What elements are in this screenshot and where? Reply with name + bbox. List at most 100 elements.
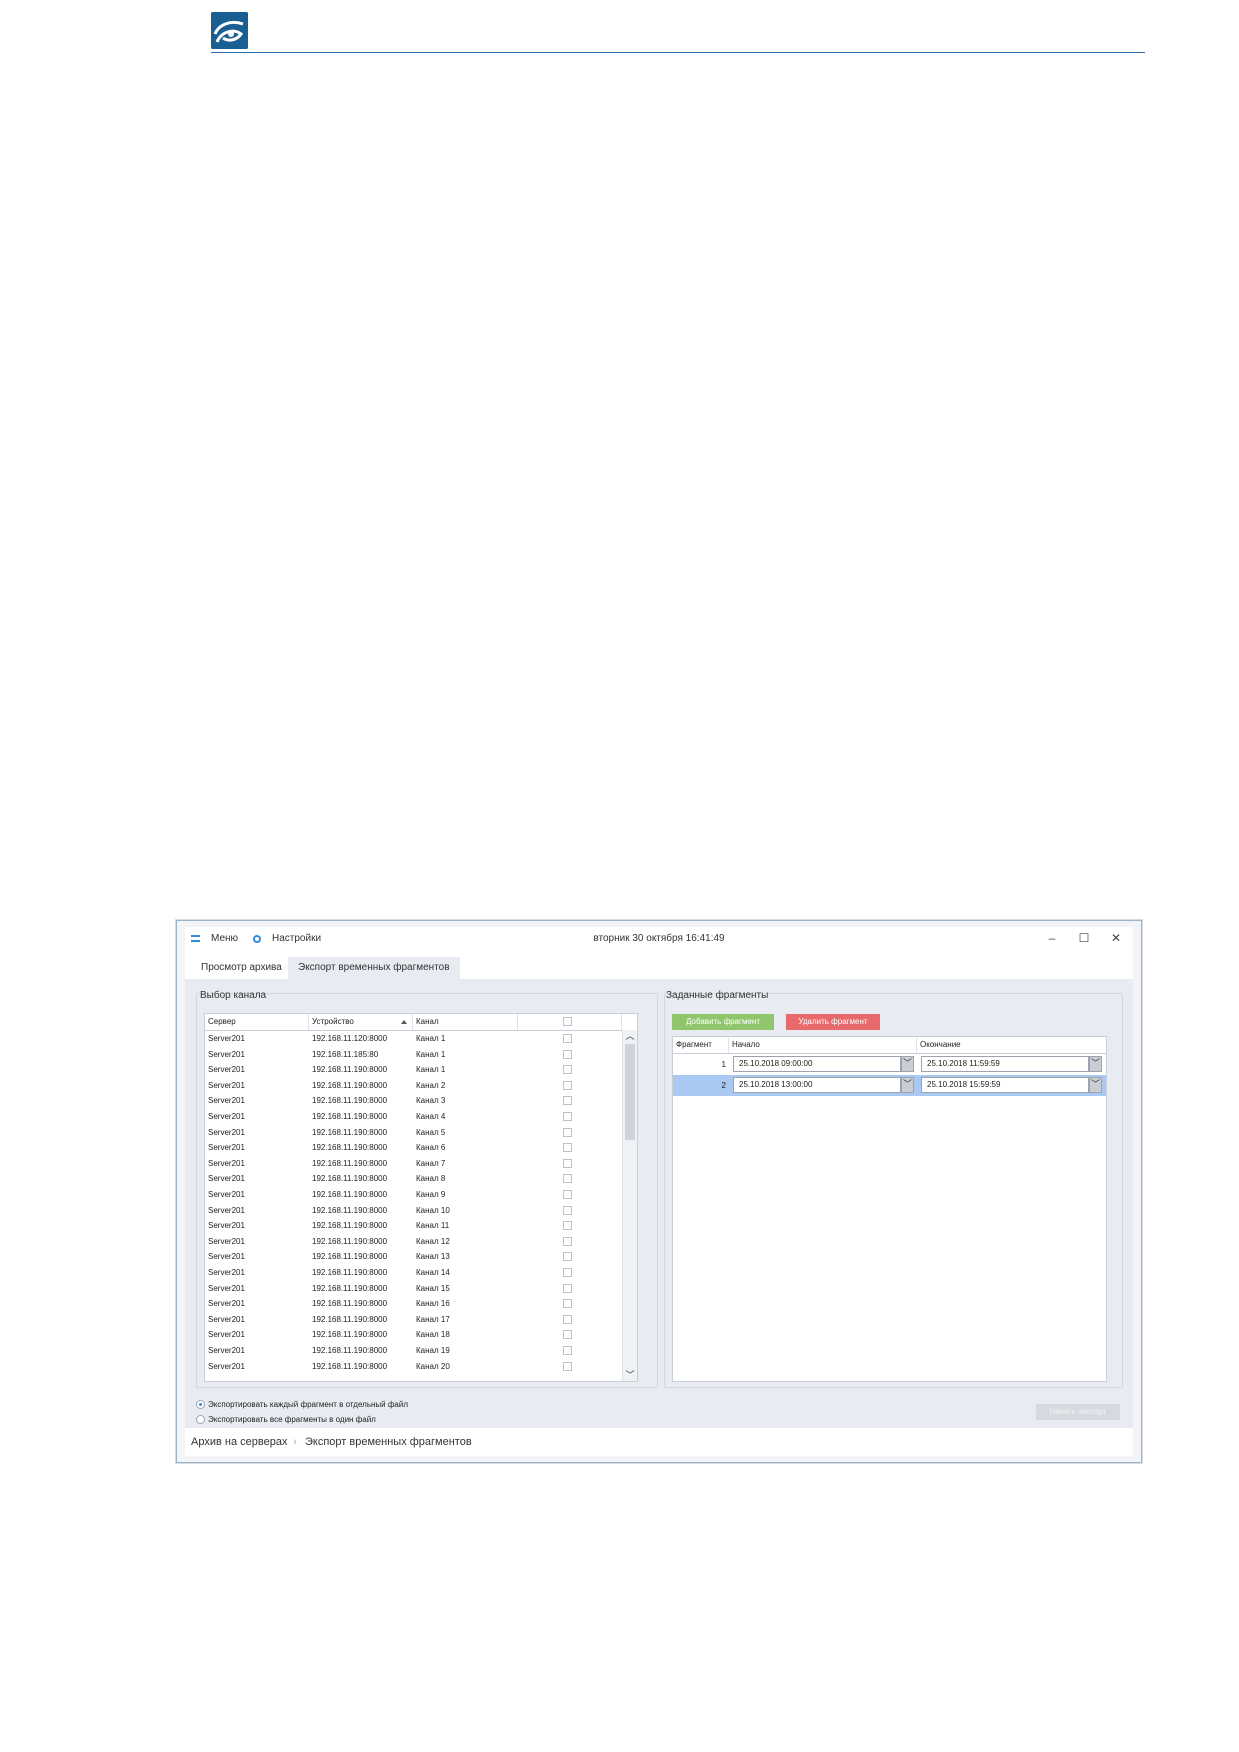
select-all-checkbox[interactable] [563,1017,572,1026]
fragment-end-input[interactable]: 25.10.2018 11:59:59 [921,1056,1089,1072]
channel-row[interactable]: Server201 192.168.11.190:8000 Канал 9 [205,1187,637,1203]
tab-export-fragments[interactable]: Экспорт временных фрагментов [288,957,460,979]
channel-row[interactable]: Server201 192.168.11.190:8000 Канал 15 [205,1281,637,1297]
chevron-down-icon[interactable]: ﹀ [1089,1056,1102,1072]
column-header-end[interactable]: Окончание [917,1037,1106,1053]
channel-row[interactable]: Server201 192.168.11.190:8000 Канал 4 [205,1109,637,1125]
fragment-row[interactable]: 2 25.10.2018 13:00:00 ﹀ 25.10.2018 15:59:59… [673,1075,1106,1096]
fragment-start-input[interactable]: 25.10.2018 13:00:00 [733,1077,901,1093]
channel-row[interactable]: Server201 192.168.11.190:8000 Канал 1 [205,1062,637,1078]
channel-cell: Канал 6 [416,1143,446,1153]
export-separate-radio[interactable] [196,1400,205,1409]
channel-checkbox[interactable] [563,1361,572,1371]
channel-cell: Канал 18 [416,1330,450,1340]
tab-archive-view[interactable]: Просмотр архива [191,957,292,979]
channel-row[interactable]: Server201 192.168.11.190:8000 Канал 2 [205,1078,637,1094]
server-cell: Server201 [208,1080,245,1090]
channel-row[interactable]: Server201 192.168.11.190:8000 Канал 13 [205,1249,637,1265]
channel-row[interactable]: Server201 192.168.11.120:8000 Канал 1 [205,1031,637,1047]
channel-cell: Канал 17 [416,1314,450,1324]
channel-checkbox[interactable] [563,1221,572,1231]
server-cell: Server201 [208,1049,245,1059]
minimize-button[interactable]: – [1037,929,1067,947]
maximize-button[interactable]: ☐ [1069,929,1099,947]
channel-row[interactable]: Server201 192.168.11.190:8000 Канал 14 [205,1265,637,1281]
channel-cell: Канал 8 [416,1174,446,1184]
channel-checkbox[interactable] [563,1080,572,1090]
device-cell: 192.168.11.190:8000 [312,1330,388,1340]
device-cell: 192.168.11.190:8000 [312,1346,388,1355]
channel-row[interactable]: Server201 192.168.11.190:8000 Канал 20 [205,1359,637,1375]
channel-checkbox[interactable] [563,1158,572,1168]
breadcrumb-root[interactable]: Архив на серверах [191,1436,287,1448]
fragment-start-input[interactable]: 25.10.2018 09:00:00 [733,1056,901,1072]
menu-button[interactable]: Меню [191,933,238,944]
channel-row[interactable]: Server201 192.168.11.190:8000 Канал 5 [205,1125,637,1141]
chevron-down-icon[interactable]: ﹀ [901,1056,914,1072]
settings-button[interactable]: Настройки [253,933,321,944]
device-cell: 192.168.11.190:8000 [312,1268,388,1277]
channel-checkbox[interactable] [563,1314,572,1324]
channel-checkbox[interactable] [563,1190,572,1199]
channel-selection-title: Выбор канала [200,990,267,1001]
server-cell: Server201 [208,1361,245,1371]
start-export-button[interactable]: Начать экспорт [1036,1404,1120,1420]
scroll-down-icon[interactable]: ﹀ [623,1369,637,1381]
close-button[interactable]: ✕ [1101,929,1131,947]
column-header-device-label: Устройство [312,1017,354,1026]
add-fragment-button[interactable]: Добавить фрагмент [672,1014,774,1030]
channel-checkbox[interactable] [563,1330,572,1340]
column-header-channel[interactable]: Канал [413,1014,518,1030]
delete-fragment-button[interactable]: Удалить фрагмент [786,1014,880,1030]
channel-row[interactable]: Server201 192.168.11.190:8000 Канал 3 [205,1093,637,1109]
channel-checkbox[interactable] [563,1143,572,1153]
channel-checkbox[interactable] [563,1283,572,1293]
channel-row[interactable]: Server201 192.168.11.190:8000 Канал 7 [205,1156,637,1172]
server-cell: Server201 [208,1112,245,1121]
channel-row[interactable]: Server201 192.168.11.190:8000 Канал 6 [205,1140,637,1156]
server-cell: Server201 [208,1205,245,1215]
channel-row[interactable]: Server201 192.168.11.190:8000 Канал 10 [205,1203,637,1219]
channel-checkbox[interactable] [563,1268,572,1277]
channel-checkbox[interactable] [563,1346,572,1355]
scroll-up-icon[interactable]: ︿ [623,1030,637,1042]
column-header-fragment[interactable]: Фрагмент [673,1037,729,1053]
channel-checkbox[interactable] [563,1236,572,1246]
channel-row[interactable]: Server201 192.168.11.190:8000 Канал 19 [205,1343,637,1359]
fragment-end-input[interactable]: 25.10.2018 15:59:59 [921,1077,1089,1093]
channel-checkbox[interactable] [563,1205,572,1215]
column-header-device[interactable]: Устройство [309,1014,413,1030]
fragment-row[interactable]: 1 25.10.2018 09:00:00 ﹀ 25.10.2018 11:59:59… [673,1054,1106,1075]
channel-checkbox[interactable] [563,1299,572,1309]
channel-table-scrollbar[interactable]: ︿ ﹀ [622,1030,637,1381]
channel-checkbox[interactable] [563,1049,572,1059]
channel-row[interactable]: Server201 192.168.11.190:8000 Канал 17 [205,1312,637,1328]
device-cell: 192.168.11.190:8000 [312,1252,388,1262]
channel-row[interactable]: Server201 192.168.11.190:8000 Канал 16 [205,1296,637,1312]
server-cell: Server201 [208,1158,245,1168]
channel-cell: Канал 13 [416,1252,450,1262]
channel-row[interactable]: Server201 192.168.11.190:8000 Канал 12 [205,1234,637,1250]
channel-checkbox[interactable] [563,1065,572,1075]
device-cell: 192.168.11.190:8000 [312,1143,388,1153]
breadcrumb: Архив на серверах › Экспорт временных фр… [185,1428,1133,1456]
channel-row[interactable]: Server201 192.168.11.190:8000 Канал 18 [205,1327,637,1343]
channel-checkbox[interactable] [563,1096,572,1106]
channel-table: Сервер Устройство Канал Server201 192.168… [204,1013,638,1382]
channel-checkbox[interactable] [563,1127,572,1137]
chevron-down-icon[interactable]: ﹀ [901,1077,914,1093]
column-header-start[interactable]: Начало [729,1037,917,1053]
channel-checkbox[interactable] [563,1112,572,1121]
export-single-radio[interactable] [196,1415,205,1424]
chevron-down-icon[interactable]: ﹀ [1089,1077,1102,1093]
scroll-thumb[interactable] [625,1044,635,1140]
server-cell: Server201 [208,1143,245,1153]
channel-row[interactable]: Server201 192.168.11.190:8000 Канал 8 [205,1171,637,1187]
channel-checkbox[interactable] [563,1034,572,1043]
server-cell: Server201 [208,1034,245,1043]
channel-checkbox[interactable] [563,1174,572,1184]
column-header-server[interactable]: Сервер [205,1014,309,1030]
channel-row[interactable]: Server201 192.168.11.190:8000 Канал 11 [205,1218,637,1234]
channel-checkbox[interactable] [563,1252,572,1262]
channel-row[interactable]: Server201 192.168.11.185:80 Канал 1 [205,1047,637,1063]
